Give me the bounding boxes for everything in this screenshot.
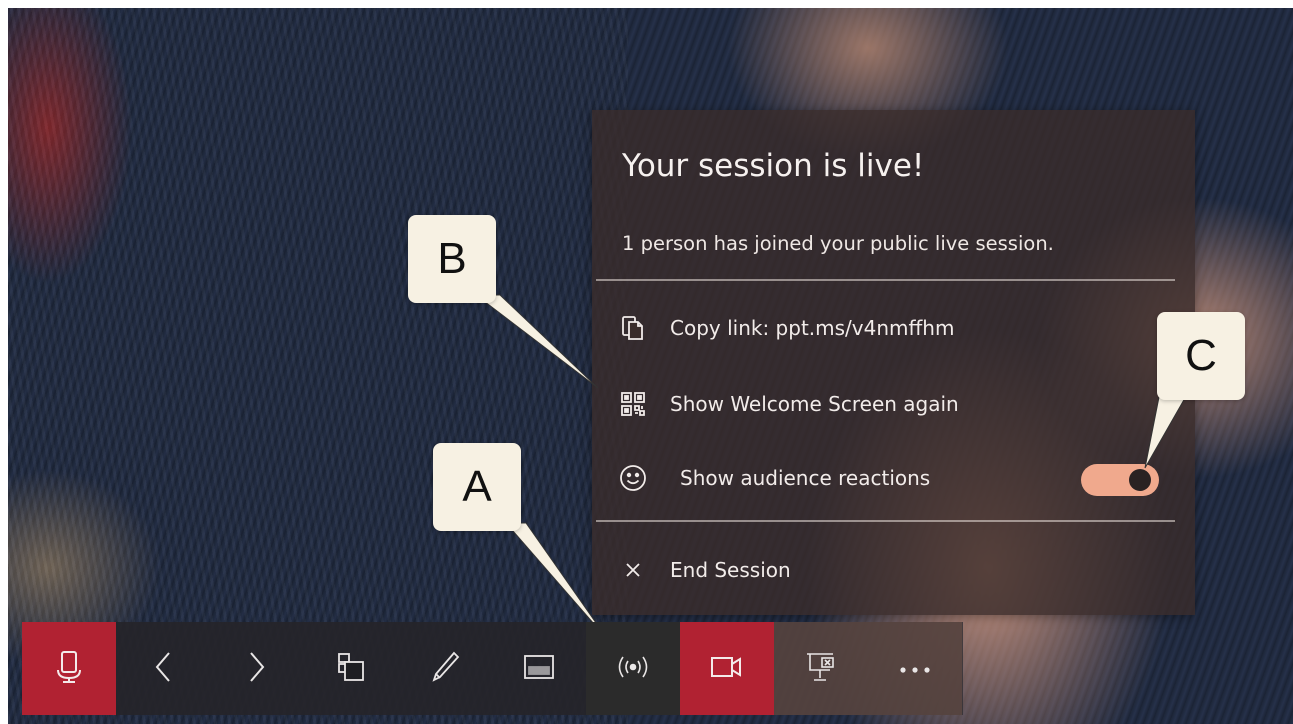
callout-c: C (1157, 312, 1245, 400)
copy-link-label: Copy link: ppt.ms/v4nmffhm (670, 316, 955, 340)
microphone-icon (55, 650, 83, 688)
audience-reactions-toggle[interactable] (1081, 464, 1159, 496)
smiley-icon (618, 463, 648, 493)
chevron-left-icon (153, 650, 173, 688)
show-audience-reactions-label: Show audience reactions (680, 466, 931, 490)
chevron-right-icon (247, 650, 267, 688)
toggle-knob (1129, 469, 1151, 491)
subtitles-icon (523, 654, 555, 684)
show-welcome-screen-label: Show Welcome Screen again (670, 392, 959, 416)
copy-link-item[interactable]: Copy link: ppt.ms/v4nmffhm (592, 302, 1195, 354)
callout-a: A (433, 443, 521, 531)
pen-icon (430, 650, 460, 688)
subtitles-button[interactable] (492, 622, 586, 715)
microphone-button[interactable] (22, 622, 116, 715)
end-show-icon (804, 651, 838, 687)
live-session-button[interactable] (586, 622, 680, 715)
divider (596, 279, 1175, 281)
divider (596, 520, 1175, 522)
camera-button[interactable] (680, 622, 774, 715)
qr-code-icon (618, 389, 648, 419)
panel-title: Your session is live! (622, 148, 925, 184)
copy-icon (618, 313, 648, 343)
broadcast-icon (615, 655, 651, 683)
presenter-toolbar (22, 622, 963, 715)
panel-subtitle: 1 person has joined your public live ses… (622, 232, 1054, 255)
slide-view-button[interactable] (304, 622, 398, 715)
callout-b: B (408, 215, 496, 303)
next-slide-button[interactable] (210, 622, 304, 715)
live-session-panel: Your session is live! 1 person has joine… (592, 110, 1195, 615)
camera-icon (709, 654, 745, 684)
more-icon (897, 659, 933, 678)
end-show-button[interactable] (774, 622, 868, 715)
more-options-button[interactable] (868, 622, 962, 715)
close-icon (618, 555, 648, 585)
end-session-label: End Session (670, 558, 791, 582)
previous-slide-button[interactable] (116, 622, 210, 715)
slides-icon (336, 652, 366, 686)
pen-button[interactable] (398, 622, 492, 715)
end-session-item[interactable]: End Session (592, 544, 1195, 596)
sweater-texture (8, 8, 628, 724)
show-welcome-screen-item[interactable]: Show Welcome Screen again (592, 378, 1195, 430)
